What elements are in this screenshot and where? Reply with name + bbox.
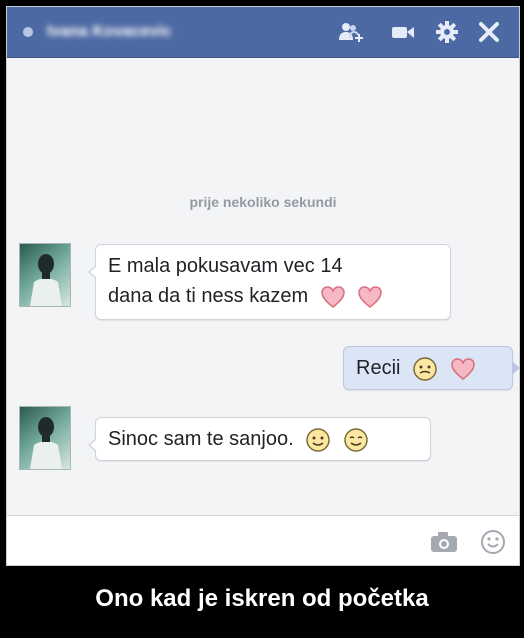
emoji-icon[interactable] <box>479 528 507 556</box>
heart-icon <box>450 356 476 382</box>
smiley-face-icon <box>305 427 331 453</box>
message-bubble-received: Sinoc sam te sanjoo. <box>88 417 431 461</box>
message-text-line: dana da ti ness kazem <box>108 285 309 307</box>
online-status-dot <box>23 27 33 37</box>
contact-avatar[interactable] <box>19 406 71 470</box>
heart-icon <box>320 284 346 310</box>
contact-avatar[interactable] <box>19 243 71 307</box>
heart-icon <box>357 284 383 310</box>
add-friend-icon[interactable] <box>337 19 365 45</box>
message-thread[interactable]: prije nekoliko sekundi E mala pokusavam … <box>7 58 519 514</box>
smiley-face-icon <box>412 356 438 382</box>
smiley-face-icon <box>343 427 369 453</box>
message-timestamp: prije nekoliko sekundi <box>189 194 337 210</box>
message-text: Recii <box>356 357 401 379</box>
meme-caption: Ono kad je iskren od početka <box>95 585 429 612</box>
contact-name[interactable]: Ivana Kovacevic <box>47 20 197 44</box>
message-input[interactable] <box>15 526 419 558</box>
message-text-line: E mala pokusavam vec 14 <box>108 255 343 277</box>
message-bubble-sent: Recii <box>343 346 519 390</box>
gear-icon[interactable] <box>433 19 461 45</box>
camera-icon[interactable] <box>429 530 459 554</box>
video-camera-icon[interactable] <box>389 19 417 45</box>
chat-window: Ivana Kovacevic prije nekoliko sekundi E… <box>6 6 520 566</box>
message-bubble-received: E mala pokusavam vec 14 dana da ti ness … <box>88 244 451 320</box>
close-icon[interactable] <box>475 19 503 45</box>
message-composer <box>7 515 519 565</box>
message-text: Sinoc sam te sanjoo. <box>108 428 294 450</box>
chat-title-bar[interactable]: Ivana Kovacevic <box>7 7 519 58</box>
